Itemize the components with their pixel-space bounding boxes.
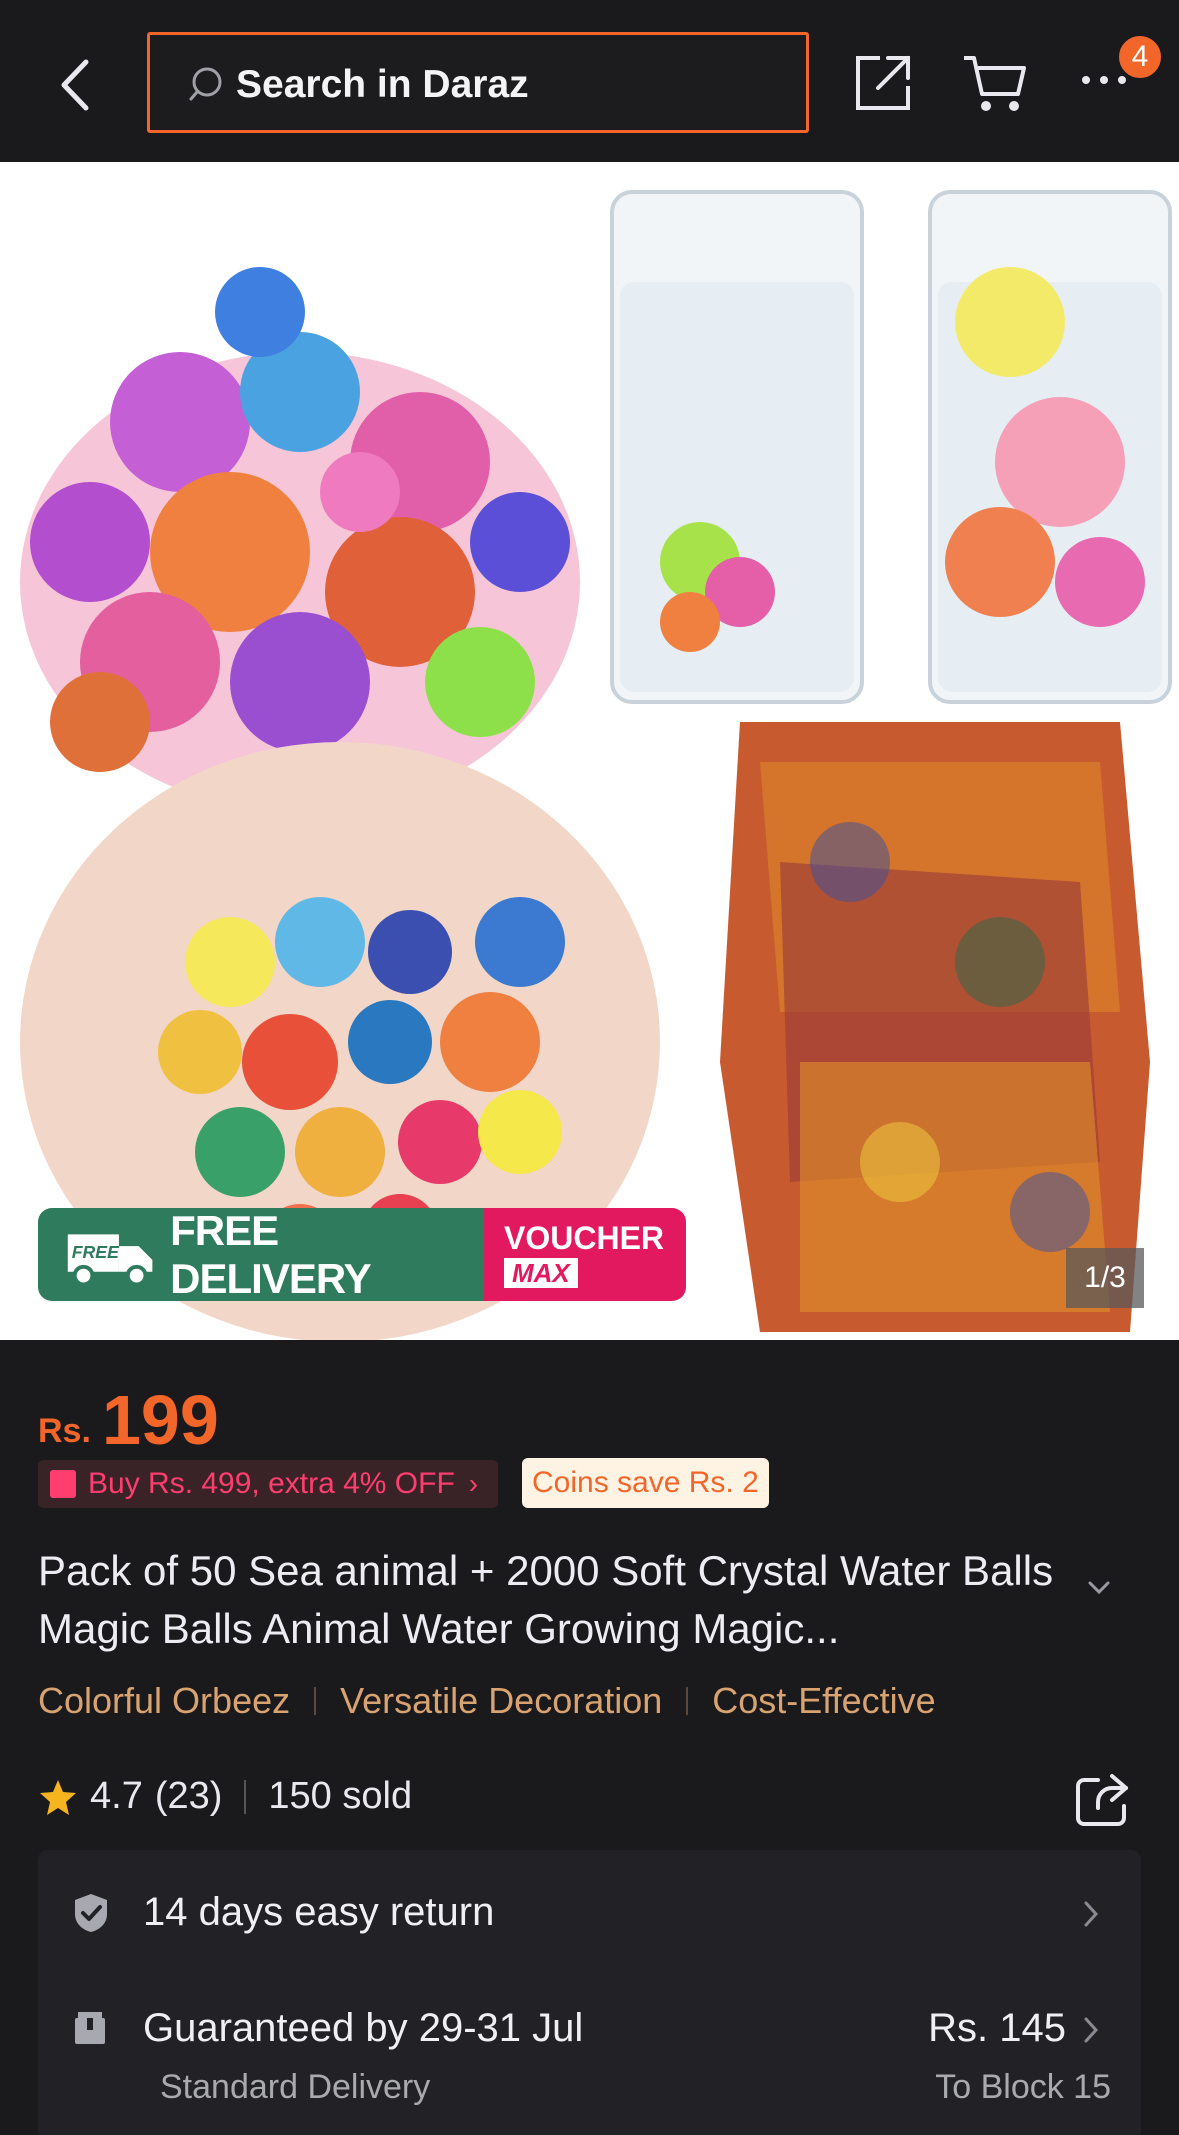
voucher-max-label: MAX: [504, 1258, 578, 1288]
divider: [244, 1779, 247, 1814]
divider: [686, 1687, 689, 1715]
water-glasses: [610, 190, 1172, 704]
share-icon[interactable]: [1072, 1770, 1132, 1830]
product-title: Pack of 50 Sea animal + 2000 Soft Crysta…: [38, 1547, 1054, 1652]
search-placeholder: Search in Daraz: [236, 63, 529, 106]
chevron-right-icon[interactable]: [1083, 1900, 1099, 1928]
delivery-guarantee-text[interactable]: Guaranteed by 29-31 Jul: [143, 2006, 583, 2051]
back-arrow-icon[interactable]: [50, 50, 100, 120]
product-highlights: Colorful Orbeez Versatile Decoration Cos…: [38, 1680, 936, 1722]
highlight-tag: Cost-Effective: [712, 1680, 936, 1721]
product-image: [20, 190, 1172, 1340]
delivery-location[interactable]: To Block 15: [935, 2068, 1111, 2107]
free-delivery-label: FREE DELIVERY: [170, 1208, 371, 1301]
coins-chip: Coins save Rs. 2: [522, 1458, 769, 1508]
sold-count: 150 sold: [268, 1775, 413, 1817]
delivery-truck-icon: FREE: [67, 1234, 153, 1287]
free-tag-text: FREE: [72, 1242, 120, 1262]
cart-count-badge: 4: [1115, 32, 1165, 82]
sea-animals-cluster: [20, 267, 580, 812]
return-policy-text[interactable]: 14 days easy return: [143, 1890, 494, 1935]
image-counter: 1/3: [1066, 1248, 1144, 1308]
voucher-label: VOUCHER: [504, 1220, 665, 1256]
price-currency: Rs.: [38, 1412, 91, 1450]
search-icon: [189, 67, 222, 101]
price-value: 199: [102, 1381, 219, 1459]
delivery-box-icon: [75, 2012, 105, 2044]
star-icon: [40, 1779, 76, 1815]
shield-check-icon: [75, 1894, 107, 1932]
discount-ticket-icon: [50, 1470, 76, 1498]
orbeez-pile: [720, 722, 1150, 1332]
rating-value: 4.7: [90, 1775, 143, 1817]
top-bar: Search in Daraz 4: [0, 0, 1179, 162]
divider: [314, 1687, 317, 1715]
chevron-right-icon[interactable]: [1083, 2016, 1099, 2044]
delivery-fee: Rs. 145: [928, 2006, 1066, 2050]
promo-banner[interactable]: FREE FREE DELIVERY VOUCHER MAX: [38, 1208, 686, 1301]
product-image-gallery[interactable]: [0, 162, 1179, 1340]
rating-row[interactable]: 4.7 (23) 150 sold: [38, 1775, 412, 1818]
voucher-max-badge: VOUCHER MAX: [484, 1208, 686, 1301]
highlight-tag: Colorful Orbeez: [38, 1680, 291, 1721]
deal-chip-text: Buy Rs. 499, extra 4% OFF: [88, 1467, 455, 1500]
cart-icon[interactable]: [960, 50, 1030, 116]
review-count: (23): [154, 1775, 223, 1817]
free-delivery-badge: FREE FREE DELIVERY: [38, 1208, 484, 1301]
chevron-right-icon: ›: [468, 1468, 479, 1499]
search-input[interactable]: Search in Daraz: [147, 32, 809, 133]
delivery-type: Standard Delivery: [160, 2068, 431, 2106]
highlight-tag: Versatile Decoration: [340, 1680, 663, 1721]
external-share-icon[interactable]: [850, 50, 916, 116]
expand-title-chevron-icon[interactable]: [1082, 1578, 1116, 1598]
deal-chip[interactable]: Buy Rs. 499, extra 4% OFF ›: [38, 1460, 499, 1508]
